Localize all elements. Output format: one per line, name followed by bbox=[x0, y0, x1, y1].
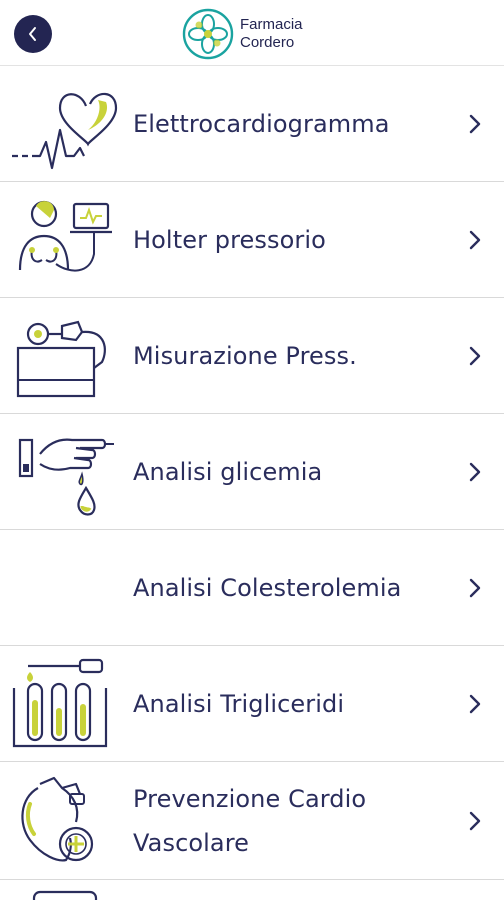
service-row-partial[interactable] bbox=[0, 880, 504, 900]
chevron-right-icon bbox=[469, 694, 481, 713]
service-row-elettrocardiogramma[interactable]: Elettrocardiogramma bbox=[0, 66, 504, 182]
chevron-right-icon bbox=[469, 346, 481, 365]
chevron-right-icon bbox=[469, 230, 481, 249]
service-label-text: Analisi glicemia bbox=[133, 457, 323, 486]
service-label-text: Misurazione Press. bbox=[133, 341, 357, 370]
device-icon bbox=[32, 890, 98, 900]
service-label-text: Holter pressorio bbox=[133, 225, 326, 254]
service-row-analisi-trigliceridi[interactable]: Analisi Trigliceridi bbox=[0, 646, 504, 762]
service-row-holter-pressorio[interactable]: Holter pressorio bbox=[0, 182, 504, 298]
service-label-line1: Prevenzione Cardio bbox=[133, 784, 367, 813]
back-button[interactable] bbox=[14, 15, 52, 53]
chevron-left-icon bbox=[29, 27, 36, 41]
service-label: Analisi Trigliceridi bbox=[133, 646, 444, 761]
clover-logo-icon bbox=[182, 8, 234, 60]
blood-pressure-cuff-icon bbox=[16, 320, 106, 398]
services-list: Elettrocardiogramma Holter pressorio Mis… bbox=[0, 66, 504, 900]
top-bar: Farmacia Cordero bbox=[0, 0, 504, 66]
app-screen: Farmacia Cordero Elettrocardiogramma Hol… bbox=[0, 0, 504, 900]
service-label: Analisi Colesterolemia bbox=[133, 530, 444, 645]
service-label: Elettrocardiogramma bbox=[133, 66, 444, 181]
service-label: Misurazione Press. bbox=[133, 298, 444, 413]
service-row-analisi-colesterolemia[interactable]: Analisi Colesterolemia bbox=[0, 530, 504, 646]
service-label-line2: Vascolare bbox=[133, 828, 250, 857]
brand-name: Farmacia Cordero bbox=[240, 16, 303, 52]
service-row-prevenzione-cardio-vascolare[interactable]: Prevenzione Cardio Vascolare bbox=[0, 762, 504, 880]
holter-monitor-icon bbox=[18, 200, 112, 272]
heart-stethoscope-icon bbox=[21, 776, 94, 862]
service-label: Prevenzione Cardio Vascolare bbox=[133, 762, 444, 879]
chevron-right-icon bbox=[469, 578, 481, 597]
service-row-analisi-glicemia[interactable]: Analisi glicemia bbox=[0, 414, 504, 530]
finger-blood-drop-icon bbox=[18, 438, 114, 516]
ecg-heart-icon bbox=[12, 92, 118, 170]
service-row-misurazione-press[interactable]: Misurazione Press. bbox=[0, 298, 504, 414]
service-label: Holter pressorio bbox=[133, 182, 444, 297]
chevron-right-icon bbox=[469, 462, 481, 481]
service-label-text: Analisi Trigliceridi bbox=[133, 689, 345, 718]
chevron-right-icon bbox=[469, 811, 481, 830]
service-label: Analisi glicemia bbox=[133, 414, 444, 529]
chevron-right-icon bbox=[469, 114, 481, 133]
service-label-text: Analisi Colesterolemia bbox=[133, 573, 402, 602]
brand-logo: Farmacia Cordero bbox=[182, 6, 303, 62]
brand-name-line1: Farmacia bbox=[240, 16, 303, 33]
brand-name-line2: Cordero bbox=[240, 34, 295, 51]
test-tubes-icon bbox=[12, 658, 108, 748]
service-label-text: Elettrocardiogramma bbox=[133, 109, 390, 138]
